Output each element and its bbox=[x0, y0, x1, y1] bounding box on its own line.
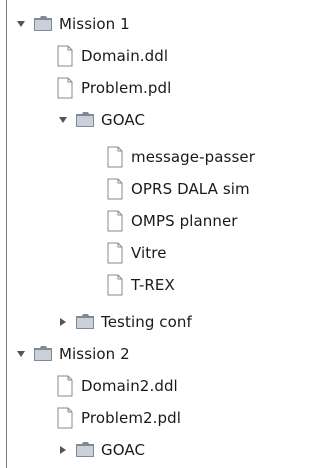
tree-node-message-passer[interactable]: message-passer bbox=[104, 141, 255, 173]
file-icon bbox=[104, 242, 126, 264]
tree-node-label: Mission 1 bbox=[59, 15, 130, 33]
tree-node-problem2-pdl[interactable]: Problem2.pdl bbox=[54, 402, 181, 434]
tree-node-label: GOAC bbox=[101, 111, 146, 129]
folder-icon bbox=[32, 343, 54, 365]
file-icon bbox=[104, 274, 126, 296]
file-icon bbox=[54, 407, 76, 429]
tree-node-label: Mission 2 bbox=[59, 345, 130, 363]
tree-node-label: Vitre bbox=[131, 244, 167, 262]
folder-icon bbox=[32, 13, 54, 35]
tree-node-label: Domain2.ddl bbox=[81, 377, 178, 395]
tree-node-t-rex[interactable]: T-REX bbox=[104, 269, 175, 301]
triangle-right-icon[interactable] bbox=[56, 443, 70, 457]
tree-node-testing-conf[interactable]: Testing conf bbox=[56, 306, 192, 338]
folder-icon bbox=[74, 439, 96, 461]
triangle-right-icon[interactable] bbox=[56, 315, 70, 329]
tree-node-label: Domain.ddl bbox=[81, 47, 169, 65]
folder-icon bbox=[74, 311, 96, 333]
tree-node-omps-planner[interactable]: OMPS planner bbox=[104, 205, 238, 237]
tree-node-domain-ddl[interactable]: Domain.ddl bbox=[54, 40, 168, 72]
tree-node-mission-1[interactable]: Mission 1 bbox=[14, 8, 130, 40]
file-icon bbox=[54, 375, 76, 397]
tree-node-oprs-dala-sim[interactable]: OPRS DALA sim bbox=[104, 173, 250, 205]
folder-icon bbox=[74, 109, 96, 131]
tree-node-label: Testing conf bbox=[101, 313, 192, 331]
triangle-down-icon[interactable] bbox=[56, 113, 70, 127]
tree-node-label: GOAC bbox=[101, 441, 146, 459]
project-tree: Mission 1 Domain.ddl Problem.pdl GOAC me… bbox=[0, 0, 318, 468]
tree-node-label: Problem2.pdl bbox=[81, 409, 182, 427]
tree-guide-line bbox=[6, 0, 7, 468]
tree-node-label: T-REX bbox=[131, 276, 175, 294]
tree-node-goac-2[interactable]: GOAC bbox=[56, 434, 145, 466]
tree-node-domain2-ddl[interactable]: Domain2.ddl bbox=[54, 370, 178, 402]
tree-node-vitre[interactable]: Vitre bbox=[104, 237, 167, 269]
file-icon bbox=[54, 77, 76, 99]
tree-node-mission-2[interactable]: Mission 2 bbox=[14, 338, 130, 370]
tree-node-problem-pdl[interactable]: Problem.pdl bbox=[54, 72, 171, 104]
tree-node-label: OMPS planner bbox=[131, 212, 238, 230]
tree-node-goac[interactable]: GOAC bbox=[56, 104, 145, 136]
file-icon bbox=[54, 45, 76, 67]
file-icon bbox=[104, 178, 126, 200]
tree-node-label: message-passer bbox=[131, 148, 255, 166]
file-icon bbox=[104, 210, 126, 232]
triangle-down-icon[interactable] bbox=[14, 347, 28, 361]
tree-node-label: Problem.pdl bbox=[81, 79, 172, 97]
triangle-down-icon[interactable] bbox=[14, 17, 28, 31]
tree-node-label: OPRS DALA sim bbox=[131, 180, 250, 198]
file-icon bbox=[104, 146, 126, 168]
